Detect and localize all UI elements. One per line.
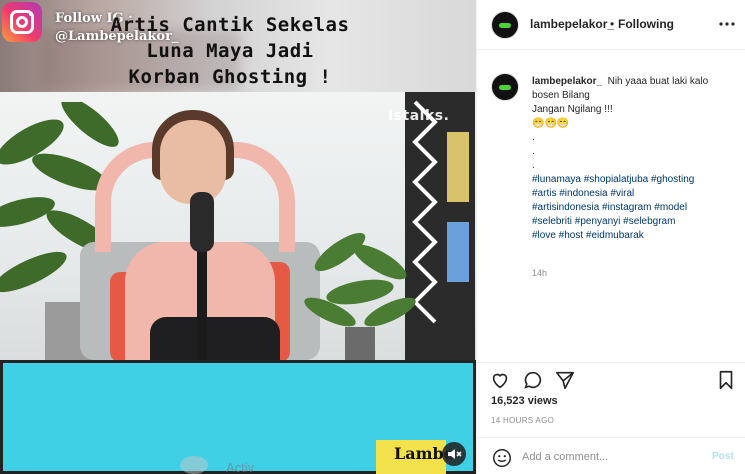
caption-dot: . (532, 160, 535, 171)
video-frame[interactable] (0, 92, 476, 360)
post-sidebar: lambepelakor_ • Following lambepelakor_ … (476, 0, 745, 474)
microphone (190, 192, 214, 252)
caption-line: bosen Bilang (532, 90, 590, 101)
comment-icon[interactable] (522, 369, 544, 391)
action-bar: 16,523 views 14 HOURS AGO (477, 362, 745, 442)
bookmark-icon[interactable] (715, 369, 737, 391)
hashtag-line[interactable]: #love #host #eidmubarak (532, 229, 737, 243)
caption-timestamp: 14h (532, 268, 548, 278)
speaker-muted-icon (448, 449, 462, 459)
plant-decor (304, 232, 416, 360)
view-count[interactable]: 16,523 views (491, 395, 558, 407)
caption-emoji: 😁😁😁 (532, 118, 570, 129)
header-separator: • (610, 17, 615, 31)
mute-button[interactable] (442, 442, 466, 466)
windows-watermark-icon (180, 456, 208, 474)
caption-dot: . (532, 132, 535, 143)
hashtag-line[interactable]: #artisindonesia #instagram #model (532, 201, 737, 215)
emoji-icon[interactable] (491, 447, 513, 469)
instagram-logo-icon (2, 2, 42, 42)
avatar[interactable] (491, 11, 519, 39)
post-comment-button[interactable]: Post (712, 451, 734, 462)
caption-text: lambepelakor_ Nih yaaa buat laki kalo bo… (532, 75, 737, 243)
following-button[interactable]: Following (618, 17, 674, 31)
comment-input[interactable] (522, 448, 672, 466)
heart-icon[interactable] (489, 369, 511, 391)
caption-line: Korban Ghosting ! (128, 66, 332, 88)
video-watermark: Istalks. (388, 108, 450, 124)
avatar[interactable] (491, 73, 519, 101)
share-icon[interactable] (554, 369, 576, 391)
hashtag-line[interactable]: #selebriti #penyanyi #selebgram (532, 215, 737, 229)
caption-area: lambepelakor_ Nih yaaa buat laki kalo bo… (477, 51, 745, 362)
caption-line: Artis Cantik Sekelas (110, 14, 350, 36)
caption-line: Jangan Ngilang !!! (532, 104, 613, 115)
more-options-icon[interactable] (717, 14, 737, 34)
caption-username[interactable]: lambepelakor_ (532, 76, 602, 87)
caption-line: Luna Maya Jadi (146, 40, 314, 62)
header-username[interactable]: lambepelakor_ (530, 17, 614, 31)
activate-windows-watermark: Activ (226, 460, 255, 474)
post-timestamp: 14 HOURS AGO (491, 416, 555, 425)
hashtag-line[interactable]: #lunamaya #shopialatjuba #ghosting (532, 173, 737, 187)
caption-line: Nih yaaa buat laki kalo (607, 76, 709, 87)
comment-bar: Post (477, 437, 745, 474)
caption-dot: . (532, 146, 535, 157)
post-media[interactable]: Istalks. Follow IG : @Lambepelakor_ Arti… (0, 0, 476, 474)
hashtag-line[interactable]: #artis #indonesia #viral (532, 187, 737, 201)
post-header: lambepelakor_ • Following (477, 0, 745, 50)
